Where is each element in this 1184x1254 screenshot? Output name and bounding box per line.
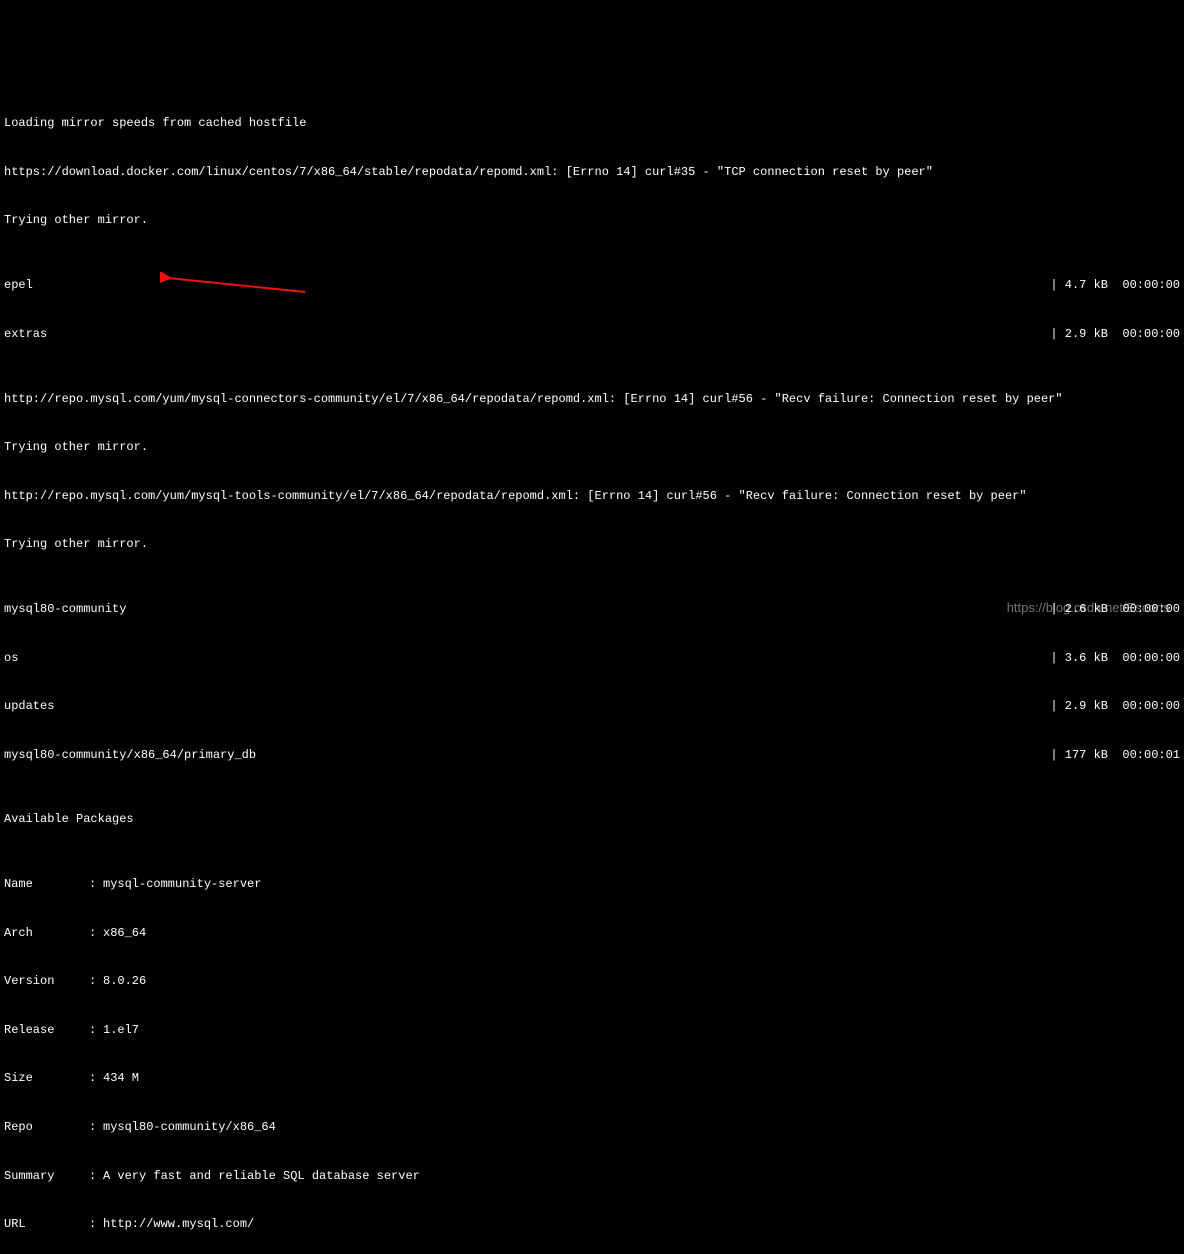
pkg-summary: Summary: A very fast and reliable SQL da…: [4, 1168, 1180, 1184]
log-line: http://repo.mysql.com/yum/mysql-tools-co…: [4, 488, 1180, 504]
log-line: http://repo.mysql.com/yum/mysql-connecto…: [4, 391, 1180, 407]
repo-name: os: [4, 650, 18, 666]
repo-name: mysql80-community: [4, 601, 126, 617]
pkg-name: Name: mysql-community-server: [4, 876, 1180, 892]
repo-meta: | 2.9 kB 00:00:00: [1050, 698, 1180, 714]
repo-line: mysql80-community/x86_64/primary_db | 17…: [4, 747, 1180, 763]
log-line: Trying other mirror.: [4, 536, 1180, 552]
repo-line: epel | 4.7 kB 00:00:00: [4, 277, 1180, 293]
section-header: Available Packages: [4, 811, 1180, 827]
log-line: Loading mirror speeds from cached hostfi…: [4, 115, 1180, 131]
watermark-text: https://blog.csdn.net/Escorts: [1007, 599, 1170, 617]
pkg-size: Size: 434 M: [4, 1070, 1180, 1086]
repo-line: mysql80-community | 2.6 kB 00:00:00: [4, 601, 1180, 617]
pkg-release: Release: 1.el7: [4, 1022, 1180, 1038]
log-line: https://download.docker.com/linux/centos…: [4, 164, 1180, 180]
pkg-arch: Arch: x86_64: [4, 925, 1180, 941]
pkg-repo: Repo: mysql80-community/x86_64: [4, 1119, 1180, 1135]
repo-meta: | 177 kB 00:00:01: [1050, 747, 1180, 763]
log-line: Trying other mirror.: [4, 212, 1180, 228]
repo-meta: | 4.7 kB 00:00:00: [1050, 277, 1180, 293]
repo-line: updates | 2.9 kB 00:00:00: [4, 698, 1180, 714]
repo-line: os | 3.6 kB 00:00:00: [4, 650, 1180, 666]
pkg-version: Version: 8.0.26: [4, 973, 1180, 989]
pkg-url: URL: http://www.mysql.com/: [4, 1216, 1180, 1232]
log-line: Trying other mirror.: [4, 439, 1180, 455]
repo-name: updates: [4, 698, 54, 714]
repo-line: extras | 2.9 kB 00:00:00: [4, 326, 1180, 342]
terminal-output: Loading mirror speeds from cached hostfi…: [0, 65, 1184, 1254]
repo-meta: | 2.9 kB 00:00:00: [1050, 326, 1180, 342]
repo-meta: | 3.6 kB 00:00:00: [1050, 650, 1180, 666]
repo-name: mysql80-community/x86_64/primary_db: [4, 747, 256, 763]
repo-name: epel: [4, 277, 33, 293]
repo-name: extras: [4, 326, 47, 342]
